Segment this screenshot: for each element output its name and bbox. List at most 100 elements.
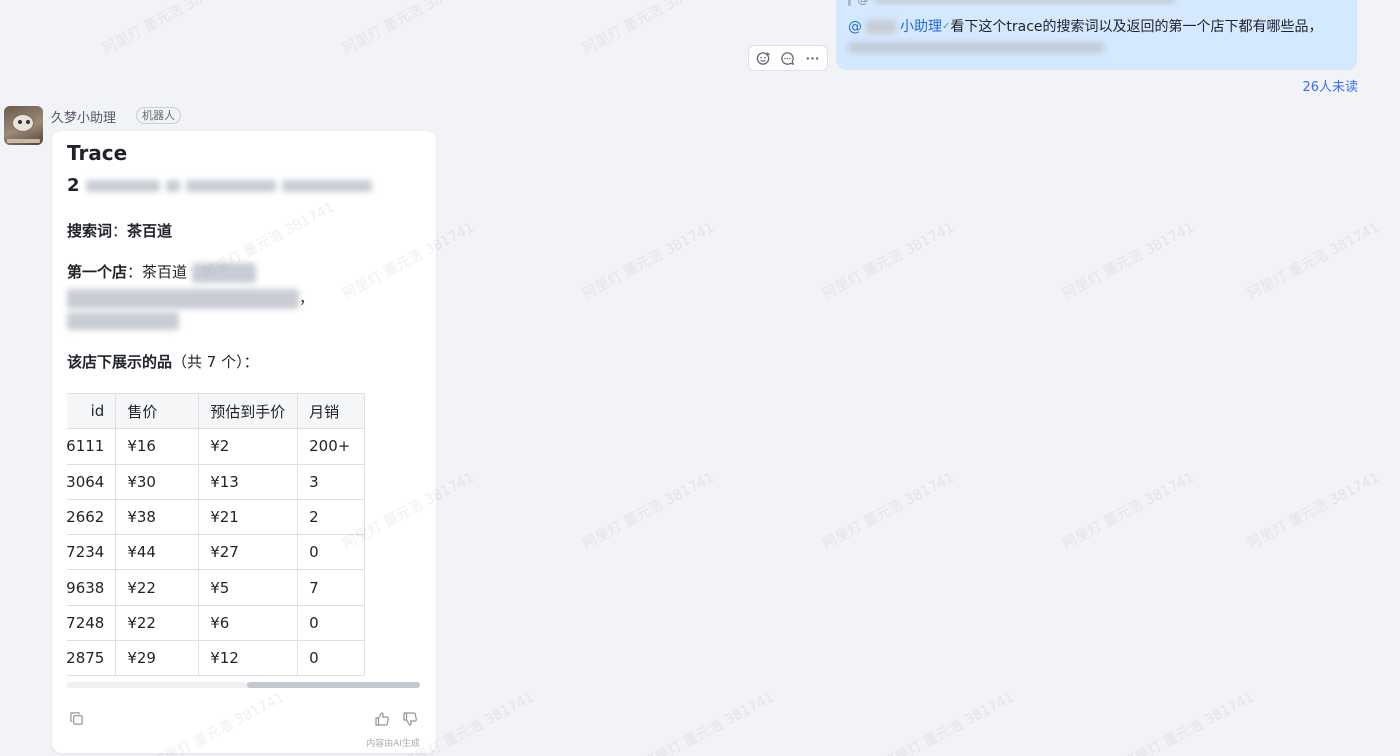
column-header-monthly-sales: 月销 — [297, 393, 365, 430]
search-value: 茶百道 — [127, 222, 173, 240]
redacted-text-line — [848, 42, 1104, 53]
scrollbar-thumb[interactable] — [247, 682, 420, 688]
cell-estimated-price: ¥5 — [198, 569, 299, 606]
copy-icon[interactable] — [69, 711, 84, 730]
reply-icon[interactable] — [777, 47, 799, 69]
watermark: 阿里灯 董元浩 381741 — [580, 219, 718, 303]
cell-monthly-sales: 3 — [297, 463, 365, 500]
cell-monthly-sales: 0 — [297, 534, 365, 571]
cell-estimated-price: ¥27 — [198, 534, 299, 571]
trace-id: 2 — [67, 175, 372, 196]
cell-estimated-price: ¥2 — [198, 428, 299, 465]
store-detail-line: ， — [67, 287, 314, 309]
cell-price: ¥22 — [115, 569, 200, 606]
watermark: 阿里灯 董元浩 381741 — [640, 689, 778, 756]
items-count: （共 7 个）： — [172, 353, 259, 371]
trace-id-first-char: 2 — [67, 175, 80, 196]
ai-generated-note: 内容由AI生成 — [366, 739, 420, 749]
thumbs-down-icon[interactable] — [402, 711, 418, 731]
table-row: 443064 ¥30 ¥13 3 — [67, 463, 365, 500]
bot-reply-card: Trace 2 搜索词：茶百道 第一个店：茶百道 ， 该店下展示的品（共 7 个… — [52, 131, 436, 753]
cell-price: ¥22 — [115, 604, 200, 642]
watermark: 阿里灯 董元浩 381741 — [880, 689, 1018, 756]
mention[interactable]: @ 小助理 — [848, 19, 942, 35]
search-keyword-line: 搜索词：茶百道 — [67, 222, 173, 240]
outgoing-message-bubble[interactable]: @ @小助理✓看下这个trace的搜索词以及返回的第一个店下都有哪些品， — [836, 0, 1357, 70]
cell-id: 252875 — [67, 640, 117, 677]
watermark: 阿里灯 董元浩 381741 — [1120, 689, 1258, 756]
cell-monthly-sales: 0 — [297, 604, 365, 642]
cell-monthly-sales: 7 — [297, 569, 365, 606]
cell-price: ¥44 — [115, 534, 200, 571]
redacted-trace — [85, 179, 160, 192]
column-header-estimated-price: 预估到手价 — [198, 393, 299, 430]
bot-badge: 机器人 — [136, 107, 181, 124]
cell-monthly-sales: 0 — [297, 640, 365, 677]
outgoing-message-text: @ 小助理✓看下这个trace的搜索词以及返回的第一个店下都有哪些品， — [848, 16, 1345, 38]
cell-price: ¥29 — [115, 640, 200, 677]
redacted-trace — [281, 179, 372, 192]
redacted-name — [866, 20, 896, 34]
redacted-store-detail — [67, 288, 299, 309]
redacted-store-detail — [67, 311, 179, 330]
watermark: 阿里灯 董元浩 381741 — [1060, 469, 1198, 553]
watermark: 阿里灯 董元浩 381741 — [1245, 219, 1383, 303]
table-row: 499638 ¥22 ¥5 7 — [67, 569, 365, 606]
items-title: 该店下展示的品 — [67, 353, 173, 371]
cell-price: ¥38 — [115, 498, 200, 536]
cell-id: 317234 — [67, 534, 117, 571]
table-row: 297248 ¥22 ¥6 0 — [67, 604, 365, 642]
quoted-message: @ — [848, 0, 1345, 6]
watermark: 阿里灯 董元浩 381741 — [580, 0, 718, 58]
thumbs-up-icon[interactable] — [374, 711, 390, 731]
items-table: id 售价 预估到手价 月销 136111 ¥16 ¥2 200+ 443064… — [67, 393, 365, 677]
cell-estimated-price: ¥21 — [198, 498, 299, 536]
items-table-scroll[interactable]: id 售价 预估到手价 月销 136111 ¥16 ¥2 200+ 443064… — [67, 393, 417, 677]
table-row: 262662 ¥38 ¥21 2 — [67, 498, 365, 536]
cell-id: 297248 — [67, 604, 117, 642]
cell-estimated-price: ¥6 — [198, 604, 299, 642]
avatar[interactable] — [4, 106, 43, 145]
watermark: 阿里灯 董元浩 381741 — [100, 0, 238, 58]
cell-id: 499638 — [67, 569, 117, 606]
cell-id: 136111 — [67, 428, 117, 465]
cell-monthly-sales: 2 — [297, 498, 365, 536]
message-action-bar — [748, 45, 828, 71]
add-reaction-icon[interactable] — [752, 47, 774, 69]
column-header-id: id — [67, 393, 117, 430]
more-icon[interactable] — [802, 47, 824, 69]
watermark: 阿里灯 董元浩 381741 — [340, 0, 478, 58]
cell-monthly-sales: 200+ — [297, 428, 365, 465]
quote-bar — [848, 0, 851, 6]
cell-price: ¥30 — [115, 463, 200, 500]
cell-estimated-price: ¥13 — [198, 463, 299, 500]
redacted-trace — [185, 179, 276, 192]
search-label: 搜索词 — [67, 222, 113, 240]
quote-prefix: @ — [857, 0, 869, 6]
watermark: 阿里灯 董元浩 381741 — [820, 219, 958, 303]
watermark: 阿里灯 董元浩 381741 — [1060, 219, 1198, 303]
table-header-row: id 售价 预估到手价 月销 — [67, 393, 365, 430]
horizontal-scrollbar[interactable] — [67, 682, 420, 688]
cell-estimated-price: ¥12 — [198, 640, 299, 677]
redacted-store — [191, 262, 256, 283]
watermark: 阿里灯 董元浩 381741 — [1245, 469, 1383, 553]
trailing-comma: ， — [299, 289, 315, 307]
column-header-price: 售价 — [115, 393, 200, 430]
card-title: Trace — [67, 141, 128, 165]
first-store-line: 第一个店：茶百道 — [67, 261, 256, 283]
message-text: 看下这个trace的搜索词以及返回的第一个店下都有哪些品， — [950, 19, 1323, 35]
cell-id: 443064 — [67, 463, 117, 500]
watermark: 阿里灯 董元浩 381741 — [820, 469, 958, 553]
first-store-value: 茶百道 — [142, 263, 188, 281]
sender-name[interactable]: 久梦小助理 — [51, 107, 116, 126]
items-section-title: 该店下展示的品（共 7 个）： — [67, 351, 259, 372]
table-row: 136111 ¥16 ¥2 200+ — [67, 428, 365, 465]
watermark: 阿里灯 董元浩 381741 — [580, 469, 718, 553]
mention-name: 小助理 — [900, 19, 942, 35]
table-row: 252875 ¥29 ¥12 0 — [67, 640, 365, 677]
redacted-quote — [875, 0, 1175, 4]
unread-count[interactable]: 26人未读 — [1302, 76, 1358, 95]
first-store-label: 第一个店 — [67, 263, 128, 281]
redacted-trace — [165, 179, 180, 192]
